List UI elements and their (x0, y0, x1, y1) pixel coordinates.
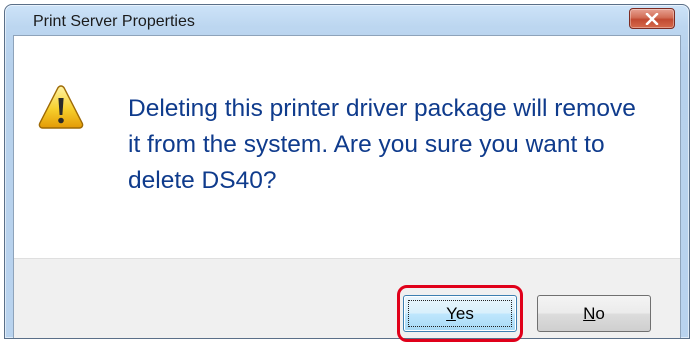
warning-icon (38, 85, 84, 129)
dialog-window: Print Server Properties Deleting this pr… (4, 4, 690, 342)
yes-button-label: Yes (446, 304, 474, 323)
button-bar: Yes No (14, 258, 680, 342)
dialog-title: Print Server Properties (33, 13, 195, 30)
no-button[interactable]: No (537, 295, 651, 332)
close-icon (645, 13, 659, 25)
message-text: Deleting this printer driver package wil… (128, 95, 636, 194)
no-button-label: No (583, 304, 605, 323)
yes-button[interactable]: Yes (403, 295, 517, 332)
message-area: Deleting this printer driver package wil… (14, 36, 680, 258)
title-bar[interactable]: Print Server Properties (5, 5, 689, 35)
dialog-client-area: Deleting this printer driver package wil… (13, 35, 681, 342)
close-button[interactable] (629, 8, 675, 29)
